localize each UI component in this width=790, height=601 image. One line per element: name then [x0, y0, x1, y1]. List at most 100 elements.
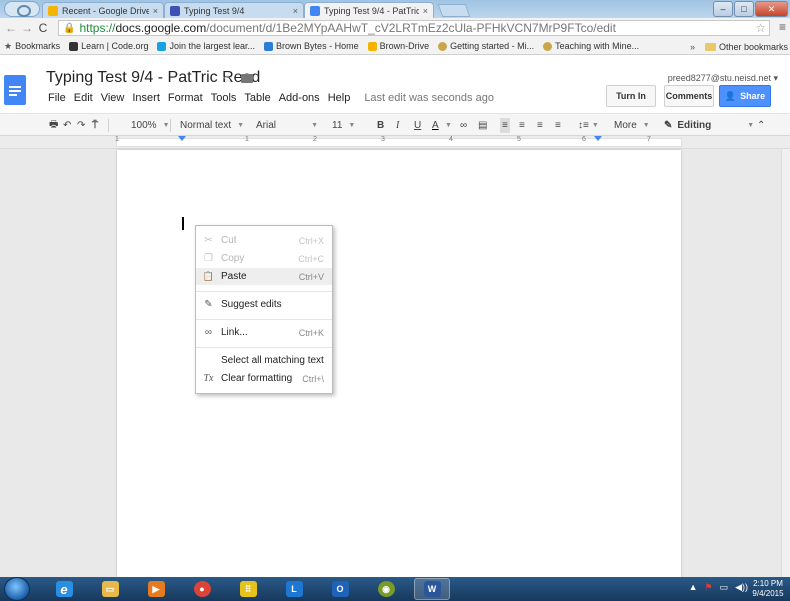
menu-view[interactable]: View — [101, 92, 125, 104]
bookmark-item[interactable]: Teaching with Mine... — [539, 41, 644, 51]
move-to-folder-icon[interactable] — [241, 74, 253, 83]
underline-icon[interactable]: U — [414, 118, 421, 133]
left-indent-marker[interactable] — [178, 136, 186, 141]
redo-icon[interactable]: ↷ — [77, 118, 85, 133]
maximize-button[interactable]: □ — [734, 1, 754, 17]
account-email[interactable]: preed8277@stu.neisd.net ▾ — [668, 73, 778, 84]
context-menu-paste[interactable]: 📋 Paste Ctrl+V — [196, 268, 332, 285]
chrome-menu-icon[interactable] — [4, 1, 40, 17]
other-bookmarks-folder[interactable]: Other bookmarks — [719, 42, 790, 52]
start-button[interactable] — [4, 577, 30, 601]
context-menu-copy[interactable]: ❐ Copy Ctrl+C — [196, 250, 332, 267]
show-hidden-icons-icon[interactable]: ▲ — [689, 582, 698, 593]
scissors-icon: ✂ — [204, 235, 213, 246]
menu-file[interactable]: File — [48, 92, 66, 104]
italic-icon[interactable]: I — [396, 118, 399, 133]
context-menu-select-all-matching[interactable]: Select all matching text — [196, 352, 332, 369]
ie-icon[interactable]: e — [46, 578, 82, 600]
editing-mode-select[interactable]: ✎ Editing ▼ — [664, 118, 754, 133]
share-button[interactable]: 👤 Share — [719, 85, 771, 107]
vertical-scrollbar[interactable] — [781, 149, 790, 577]
more-button[interactable]: More ▼ — [614, 118, 650, 133]
right-indent-marker[interactable] — [594, 136, 602, 141]
last-edit-status[interactable]: Last edit was seconds ago — [364, 92, 494, 104]
bookmark-star-icon[interactable]: ☆ — [755, 21, 766, 35]
network-icon[interactable]: ▭ — [720, 582, 729, 593]
align-left-icon[interactable]: ≡ — [500, 118, 510, 133]
context-menu-suggest-edits[interactable]: ✎ Suggest edits — [196, 296, 332, 313]
globe-icon — [438, 41, 448, 51]
tab-close-icon[interactable]: × — [423, 6, 428, 16]
link-icon[interactable]: ∞ — [460, 118, 467, 133]
ruler-number: 6 — [582, 136, 586, 143]
media-player-icon[interactable]: ▶ — [138, 578, 174, 600]
zoom-select[interactable]: 100% ▼ — [131, 118, 170, 133]
menu-insert[interactable]: Insert — [132, 92, 160, 104]
new-tab-button[interactable] — [437, 4, 471, 17]
back-arrow-icon[interactable]: ← — [4, 20, 18, 36]
bookmark-item[interactable]: Join the largest lear... — [153, 41, 260, 51]
tab-typing-test-doc[interactable]: Typing Test 9/4 - PatTric R × — [304, 2, 434, 19]
align-right-icon[interactable]: ≡ — [537, 118, 543, 133]
menu-edit[interactable]: Edit — [74, 92, 93, 104]
reload-icon[interactable]: C — [36, 20, 50, 36]
action-center-flag-icon[interactable]: ⚑ — [704, 582, 712, 593]
docs-home-icon[interactable] — [4, 75, 26, 105]
undo-icon[interactable]: ↶ — [63, 118, 71, 133]
chrome-settings-menu-icon[interactable]: ≡ — [779, 20, 786, 34]
context-menu-clear-formatting[interactable]: Tx Clear formatting Ctrl+\ — [196, 370, 332, 387]
game-icon[interactable]: ◉ — [368, 578, 404, 600]
align-center-icon[interactable]: ≡ — [519, 118, 525, 133]
print-icon[interactable]: 🖶 — [49, 118, 58, 133]
lync-icon[interactable]: L — [276, 578, 312, 600]
file-explorer-icon[interactable]: ▭ — [92, 578, 128, 600]
tab-typing-test-classroom[interactable]: Typing Test 9/4 × — [164, 2, 304, 18]
address-bar[interactable]: 🔒 https:// docs.google.com /document/d/1… — [58, 20, 770, 36]
suggest-edits-icon: ✎ — [204, 299, 213, 310]
menu-add-ons[interactable]: Add-ons — [279, 92, 320, 104]
bold-icon[interactable]: B — [377, 118, 384, 133]
menu-help[interactable]: Help — [328, 92, 351, 104]
star-document-icon[interactable]: ☆ — [222, 71, 234, 87]
menu-tools[interactable]: Tools — [211, 92, 237, 104]
chrome-icon[interactable]: ● — [184, 578, 220, 600]
menu-table[interactable]: Table — [244, 92, 270, 104]
collapse-menu-icon[interactable]: ⌃ — [757, 118, 765, 133]
tab-close-icon[interactable]: × — [153, 6, 158, 16]
taskbar-clock[interactable]: 2:10 PM 9/4/2015 — [749, 579, 787, 599]
volume-icon[interactable]: ◀)) — [735, 582, 748, 593]
bookmark-item[interactable]: Brown-Drive — [364, 41, 435, 51]
chevron-down-icon[interactable]: ▼ — [445, 118, 452, 133]
star-icon: ★ — [4, 40, 13, 51]
comments-button[interactable]: Comments — [664, 85, 714, 107]
minimize-button[interactable]: – — [713, 1, 733, 17]
copy-icon: ❐ — [204, 253, 213, 264]
font-size-select[interactable]: 11 ▼ — [332, 118, 355, 133]
menu-format[interactable]: Format — [168, 92, 203, 104]
bookmark-item[interactable]: Learn | Code.org — [65, 41, 153, 51]
context-menu-cut[interactable]: ✂ Cut Ctrl+X — [196, 232, 332, 249]
align-justify-icon[interactable]: ≡ — [555, 118, 561, 133]
context-menu-link[interactable]: ∞ Link... Ctrl+K — [196, 324, 332, 341]
tab-recent-google-drive[interactable]: Recent - Google Drive × — [42, 2, 164, 18]
app-grid-icon[interactable]: ⠿ — [230, 578, 266, 600]
font-select[interactable]: Arial ▼ — [256, 118, 318, 133]
link-icon: ∞ — [204, 327, 213, 338]
close-window-button[interactable]: ✕ — [755, 1, 788, 17]
bookmark-item[interactable]: Getting started - Mi... — [434, 41, 539, 51]
chevron-down-icon: ▼ — [642, 122, 650, 129]
outlook-icon[interactable]: O — [322, 578, 358, 600]
word-icon[interactable]: W — [414, 578, 450, 600]
turn-in-button[interactable]: Turn In — [606, 85, 656, 107]
forward-arrow-icon[interactable]: → — [20, 20, 34, 36]
paint-format-icon[interactable]: ⍑ — [92, 118, 98, 133]
more-bookmarks-chevron[interactable]: » — [690, 42, 695, 52]
line-spacing-icon[interactable]: ↕≡ ▼ — [578, 118, 599, 133]
text-color-icon[interactable]: A — [432, 118, 439, 133]
tab-close-icon[interactable]: × — [293, 6, 298, 16]
bookmark-item[interactable]: Brown Bytes - Home — [260, 41, 364, 51]
browser-tab-strip: Recent - Google Drive × Typing Test 9/4 … — [0, 0, 790, 19]
comment-icon[interactable]: ▤ — [478, 118, 487, 133]
style-select[interactable]: Normal text ▼ — [180, 118, 244, 133]
chevron-down-icon: ▾ — [773, 73, 778, 83]
